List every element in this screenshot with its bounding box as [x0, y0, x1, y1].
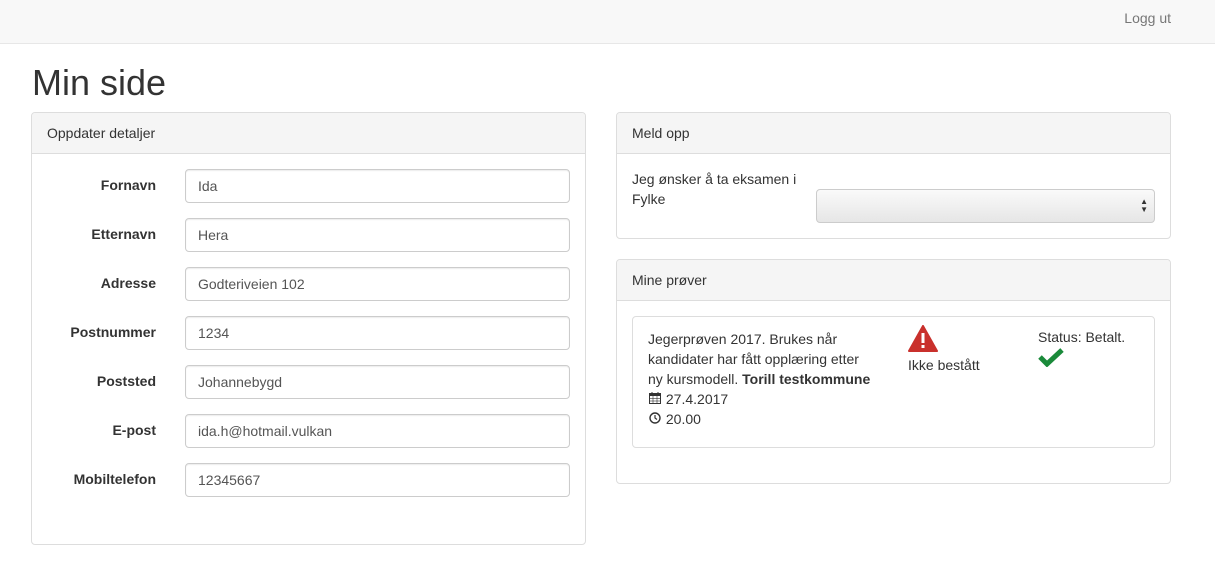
panel-heading: Mine prøver	[617, 260, 1170, 301]
panel-heading: Meld opp	[617, 113, 1170, 154]
test-desc-line: kandidater har fått opplæring etter	[648, 351, 859, 367]
form-row-postnummer: Postnummer	[32, 316, 585, 350]
test-time-row: 20.00	[648, 409, 878, 429]
mobile-phone-input[interactable]	[185, 463, 570, 497]
form-row-epost: E-post	[32, 414, 585, 448]
postal-code-input[interactable]	[185, 316, 570, 350]
test-desc-line: Jegerprøven 2017. Brukes når	[648, 331, 838, 347]
test-status: Status: Betalt.	[1038, 329, 1126, 368]
my-tests-panel: Mine prøver Jegerprøven 2017. Brukes når…	[616, 259, 1171, 484]
field-label: Adresse	[100, 275, 156, 291]
logout-link[interactable]: Logg ut	[1124, 10, 1171, 26]
form-row-etternavn: Etternavn	[32, 218, 585, 252]
test-desc-text: ny kursmodell.	[648, 371, 739, 387]
calendar-icon	[648, 389, 662, 409]
field-label: Etternavn	[91, 226, 156, 242]
municipality: Torill testkommune	[742, 371, 871, 387]
field-label: E-post	[112, 422, 156, 438]
signup-prompt: Jeg ønsker å ta eksamen i Fylke	[632, 169, 812, 209]
form-row-poststed: Poststed	[32, 365, 585, 399]
last-name-input[interactable]	[185, 218, 570, 252]
check-icon	[1038, 347, 1064, 368]
test-card: Jegerprøven 2017. Brukes når kandidater …	[632, 316, 1155, 448]
page-title: Min side	[32, 62, 167, 103]
city-input[interactable]	[185, 365, 570, 399]
field-label: Fornavn	[100, 177, 156, 193]
test-date-row: 27.4.2017	[648, 389, 878, 409]
signup-panel: Meld opp Jeg ønsker å ta eksamen i Fylke…	[616, 112, 1171, 239]
form-row-mobiltelefon: Mobiltelefon	[32, 463, 585, 497]
signup-prompt-line: Jeg ønsker å ta eksamen i	[632, 171, 797, 187]
test-description: Jegerprøven 2017. Brukes når kandidater …	[648, 329, 878, 429]
select-arrows-icon: ▲ ▼	[1140, 197, 1148, 214]
county-select[interactable]: ▲ ▼	[816, 189, 1155, 223]
signup-prompt-line: Fylke	[632, 191, 666, 207]
email-input[interactable]	[185, 414, 570, 448]
first-name-input[interactable]	[185, 169, 570, 203]
form-row-fornavn: Fornavn	[32, 169, 585, 203]
field-label: Postnummer	[70, 324, 156, 340]
field-label: Mobiltelefon	[73, 471, 156, 487]
test-result-text: Ikke bestått	[908, 357, 980, 373]
navbar: Logg ut	[0, 0, 1215, 44]
clock-icon	[648, 409, 662, 429]
test-desc-line: ny kursmodell. Torill testkommune	[648, 369, 878, 389]
test-time: 20.00	[665, 411, 701, 427]
panel-heading: Oppdater detaljer	[32, 113, 585, 154]
test-status-text: Status: Betalt.	[1038, 329, 1126, 345]
test-date: 27.4.2017	[665, 391, 729, 407]
test-result: Ikke bestått	[908, 325, 980, 373]
field-label: Poststed	[96, 373, 156, 389]
address-input[interactable]	[185, 267, 570, 301]
warning-icon	[908, 325, 938, 353]
form-row-adresse: Adresse	[32, 267, 585, 301]
update-details-panel: Oppdater detaljer Fornavn Etternavn Adre…	[31, 112, 586, 545]
